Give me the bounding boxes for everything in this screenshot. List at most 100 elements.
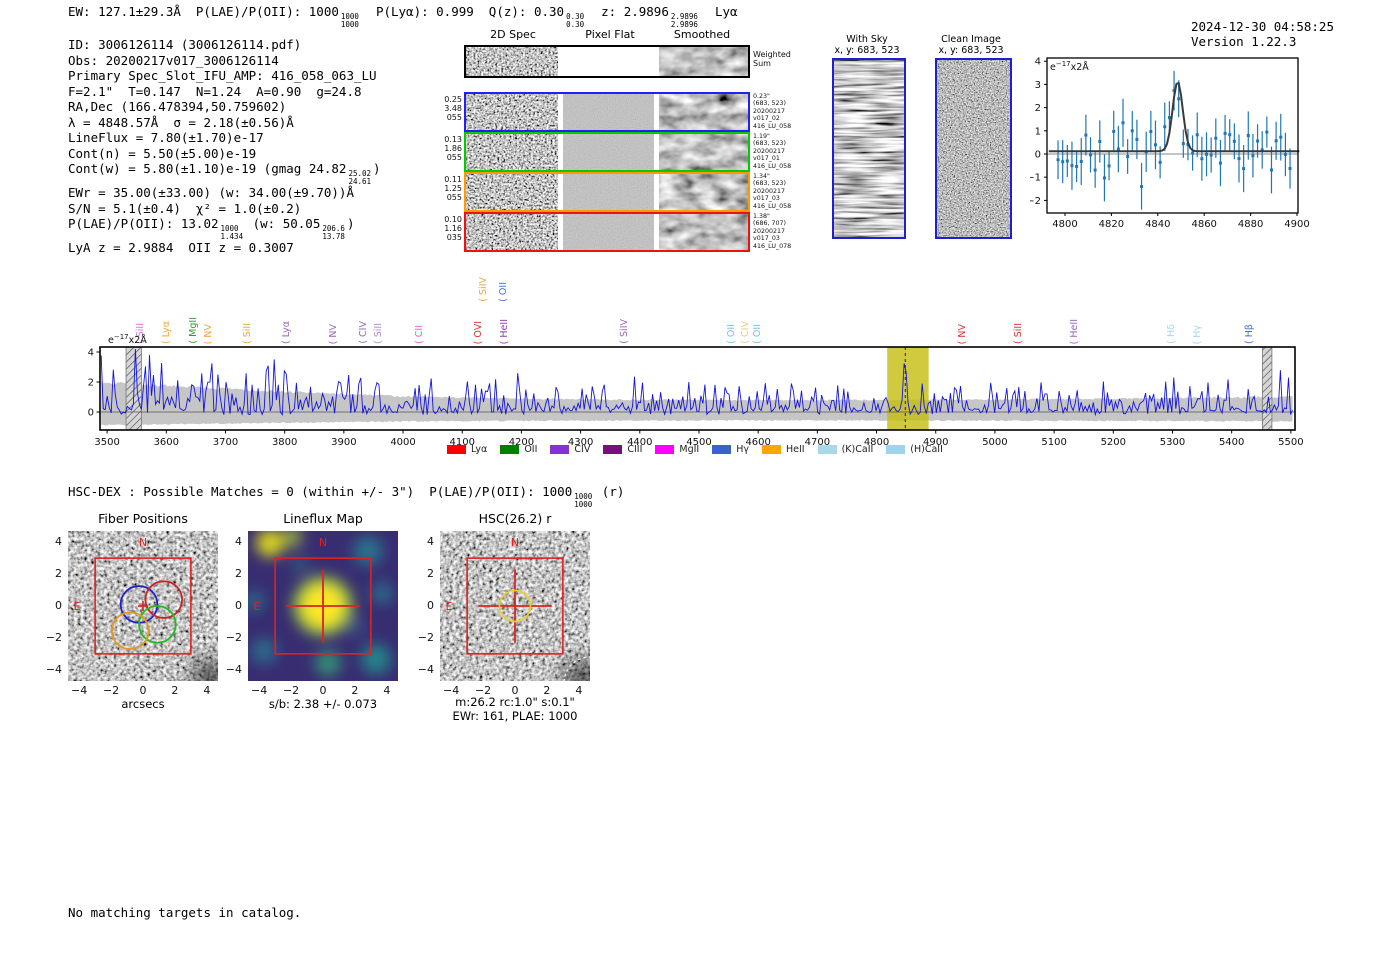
spec2d-cell-smooth xyxy=(659,174,748,210)
legend-swatch xyxy=(712,445,732,454)
hsc-xlabel-2: EWr: 161, PLAE: 1000 xyxy=(452,709,578,723)
data-point xyxy=(1265,130,1269,134)
text-segment: Cont(n) = 5.50(±5.00)e-19 xyxy=(68,145,257,161)
ytick-label: 2 xyxy=(1035,103,1041,114)
footer-notes: No matching targets in catalog. Row inte… xyxy=(68,874,301,953)
xtick-label: 4 xyxy=(383,684,391,697)
spec2d-noise xyxy=(466,134,558,170)
spec2d-cell-smooth xyxy=(659,94,748,130)
ytick-label: 0 xyxy=(1035,150,1041,161)
data-point xyxy=(1153,143,1157,147)
data-point xyxy=(1256,139,1260,143)
header-segment-text: Lyα xyxy=(714,4,738,19)
legend-swatch xyxy=(817,445,837,454)
data-point xyxy=(1089,153,1093,157)
data-point xyxy=(1070,164,1074,168)
ytick-label: 2 xyxy=(427,567,434,581)
east-label: E xyxy=(446,600,453,613)
header-segment-text: P(Lyα): 0.999 xyxy=(375,4,474,19)
text-segment: LineFlux = 7.80(±1.70)e-17 xyxy=(68,130,264,145)
xtick-label: 0 xyxy=(139,684,147,697)
east-label: E xyxy=(74,600,81,613)
fraction-stack: 1000 1000 xyxy=(341,13,359,28)
detection-info-line: ID: 3006126114 (3006126114.pdf) xyxy=(68,37,381,53)
xtick-label: −2 xyxy=(102,684,120,697)
spec2d-right-label-line: 1.34" xyxy=(753,173,770,180)
fraction-stack: 1000 1.434 xyxy=(221,225,244,240)
data-point xyxy=(1279,135,1283,139)
catalog-match-text: HSC-DEX : Possible Matches = 0 (within +… xyxy=(68,484,624,508)
ytick-label: −4 xyxy=(45,662,62,676)
detection-info-line: Obs: 20200217v017_3006126114 xyxy=(68,53,381,69)
ytick-label: −1 xyxy=(1030,173,1041,184)
detection-info-line: λ = 4848.57Å σ = 2.18(±0.56)Å xyxy=(68,115,381,131)
data-point xyxy=(1181,142,1185,146)
spec2d-left-labels: 0.13 1.86 055 xyxy=(420,135,462,162)
text-segment: Primary Spec_Slot_IFU_AMP: 416_058_063_L… xyxy=(68,68,377,83)
spec2d-cell-fine xyxy=(466,94,558,130)
text-segment: S/N = 5.1(±0.4) χ² = 1.0(±0.2) xyxy=(68,200,302,216)
lineflux-map-title: Lineflux Map xyxy=(283,511,363,526)
data-point xyxy=(1061,160,1065,164)
ytick-label: 2 xyxy=(235,567,242,581)
legend-swatch xyxy=(762,445,781,454)
spec2d-col-title: Pixel Flat xyxy=(585,28,635,41)
ytick-label: −2 xyxy=(225,630,242,644)
spec2d-right-label-line: 1.38" xyxy=(753,213,770,220)
spec2d-cell-smooth xyxy=(659,134,748,170)
legend-item: Lyα xyxy=(447,444,487,455)
legend-label: Lyα xyxy=(471,444,488,455)
text-segment: F=2.1" T=0.147 N=1.24 A=0.90 g=24.8 xyxy=(68,83,362,99)
xtick-label: 5400 xyxy=(1219,437,1244,448)
xtick-label: −4 xyxy=(251,684,268,697)
ytick-label: 2 xyxy=(88,378,94,389)
text-segment: ) xyxy=(373,161,381,176)
spec2d-right-label-line: 20200217 xyxy=(753,227,786,235)
detection-info-line: S/N = 5.1(±0.4) χ² = 1.0(±0.2) xyxy=(68,201,381,217)
ytick-label: 3 xyxy=(1035,80,1041,91)
spec2d-right-labels: 1.34" (683, 523) 20200217 v017_03 416_LU_058 xyxy=(753,173,813,210)
report-version: Version 1.22.3 xyxy=(1191,34,1297,49)
text-segment: (r) xyxy=(594,484,625,499)
fraction-stack: 206.6 13.78 xyxy=(322,225,345,240)
detection-info-line: Cont(w) = 5.80(±1.10)e-19 (gmag 24.82 25.… xyxy=(68,161,381,185)
spec2d-cell-fine xyxy=(466,47,558,76)
data-point xyxy=(1283,152,1287,156)
data-point xyxy=(1274,139,1278,143)
spec2d-noise xyxy=(563,214,654,250)
spec2d-noise xyxy=(659,134,748,170)
data-point xyxy=(1228,133,1232,137)
fraction-bottom: 1000 xyxy=(340,19,359,29)
withsky-noise xyxy=(834,60,904,237)
data-point xyxy=(1288,166,1292,170)
detection-info-line: P(LAE)/P(OII): 13.02 1000 1.434 (w: 50.05 2… xyxy=(68,216,381,240)
legend-item: CIII xyxy=(603,444,642,455)
flux-units-label: e−17x2Å xyxy=(108,333,147,346)
data-point xyxy=(1246,134,1250,138)
detection-info-line: LineFlux = 7.80(±1.70)e-17 xyxy=(68,130,381,146)
data-point xyxy=(1251,154,1255,158)
data-point xyxy=(1107,164,1111,168)
unit-exp: −17 xyxy=(1056,60,1071,68)
data-point xyxy=(1205,152,1209,156)
xtick-label: 3800 xyxy=(272,437,297,448)
data-point xyxy=(1112,129,1116,133)
legend-swatch xyxy=(603,445,623,454)
fiber-cutout-image: NE xyxy=(68,531,218,681)
detection-info-line: F=2.1" T=0.147 N=1.24 A=0.90 g=24.8 xyxy=(68,84,381,100)
fraction-bottom: 13.78 xyxy=(322,231,345,241)
spec2d-noise xyxy=(563,134,654,170)
clean-image-title: Clean Image x, y: 683, 523 xyxy=(938,34,1004,56)
data-point xyxy=(1158,160,1162,164)
spec2d-right-label-line: 416_LU_078 xyxy=(753,242,792,250)
header-segment: P(Lyα): 0.999 xyxy=(376,4,474,19)
text-segment: EWr = 35.00(±33.00) (w: 34.00(±9.70))Å xyxy=(68,185,354,201)
data-point xyxy=(1093,168,1097,172)
spec2d-noise xyxy=(563,174,654,210)
text-segment: Cont(w) = 5.80(±1.10)e-19 (gmag 24.82 xyxy=(68,161,347,176)
xtick-label: 3700 xyxy=(213,437,238,448)
header-segment-text: Q(z): 0.30 xyxy=(488,4,565,19)
spec2d-right-label-line: (683, 523) xyxy=(753,140,786,148)
spectrum-legend: Lyα OII CIV CIII MgII Hγ HeII (K)CaII (H)CaII xyxy=(447,444,956,455)
detection-info-line: LyA z = 2.9884 OII z = 0.3007 xyxy=(68,240,381,256)
